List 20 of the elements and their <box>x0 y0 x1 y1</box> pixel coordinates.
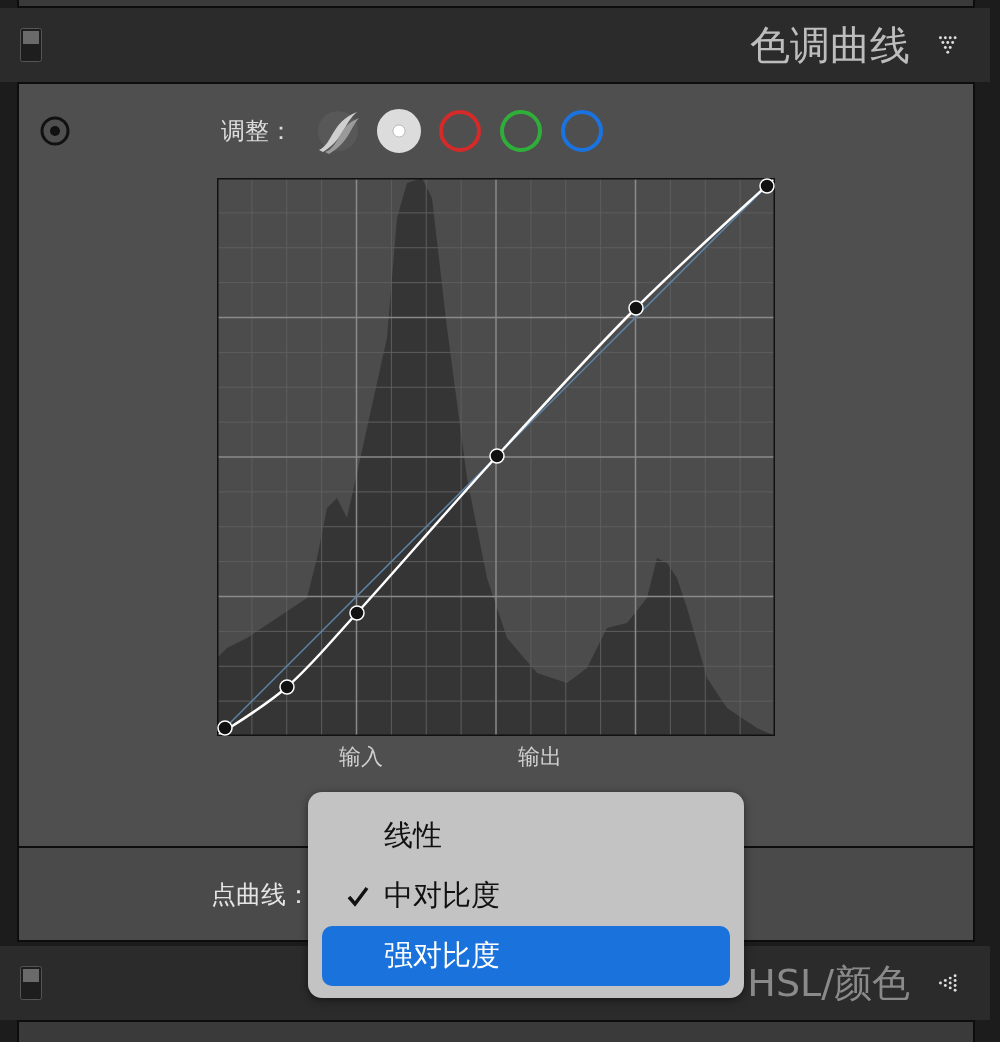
panel-title[interactable]: HSL/颜色 <box>747 957 910 1009</box>
menu-item[interactable]: 线性 <box>322 806 730 866</box>
axis-label: 输入 <box>339 743 383 771</box>
color-channel-icon[interactable] <box>559 108 605 154</box>
expanded-triangle-icon[interactable] <box>938 35 960 55</box>
tone-curve-drawing[interactable] <box>217 178 775 736</box>
color-channel-icon[interactable] <box>498 108 544 154</box>
adjust-label: 调整： <box>221 116 293 147</box>
collapsed-triangle-icon[interactable] <box>938 973 960 993</box>
panel-title[interactable]: 色调曲线 <box>750 17 910 73</box>
panel-switch-icon[interactable] <box>20 966 42 1000</box>
rgb-channel-icon[interactable] <box>376 108 422 154</box>
menu-item[interactable]: 强对比度 <box>322 926 730 986</box>
axis-label: 输出 <box>518 743 562 771</box>
color-channel-icon[interactable] <box>437 108 483 154</box>
point-curve-label: 点曲线： <box>211 878 311 911</box>
target-adjust-icon[interactable] <box>39 115 71 147</box>
parametric-curve-icon[interactable] <box>315 108 361 154</box>
menu-item[interactable]: 中对比度 <box>322 866 730 926</box>
panel-switch-icon[interactable] <box>20 28 42 62</box>
